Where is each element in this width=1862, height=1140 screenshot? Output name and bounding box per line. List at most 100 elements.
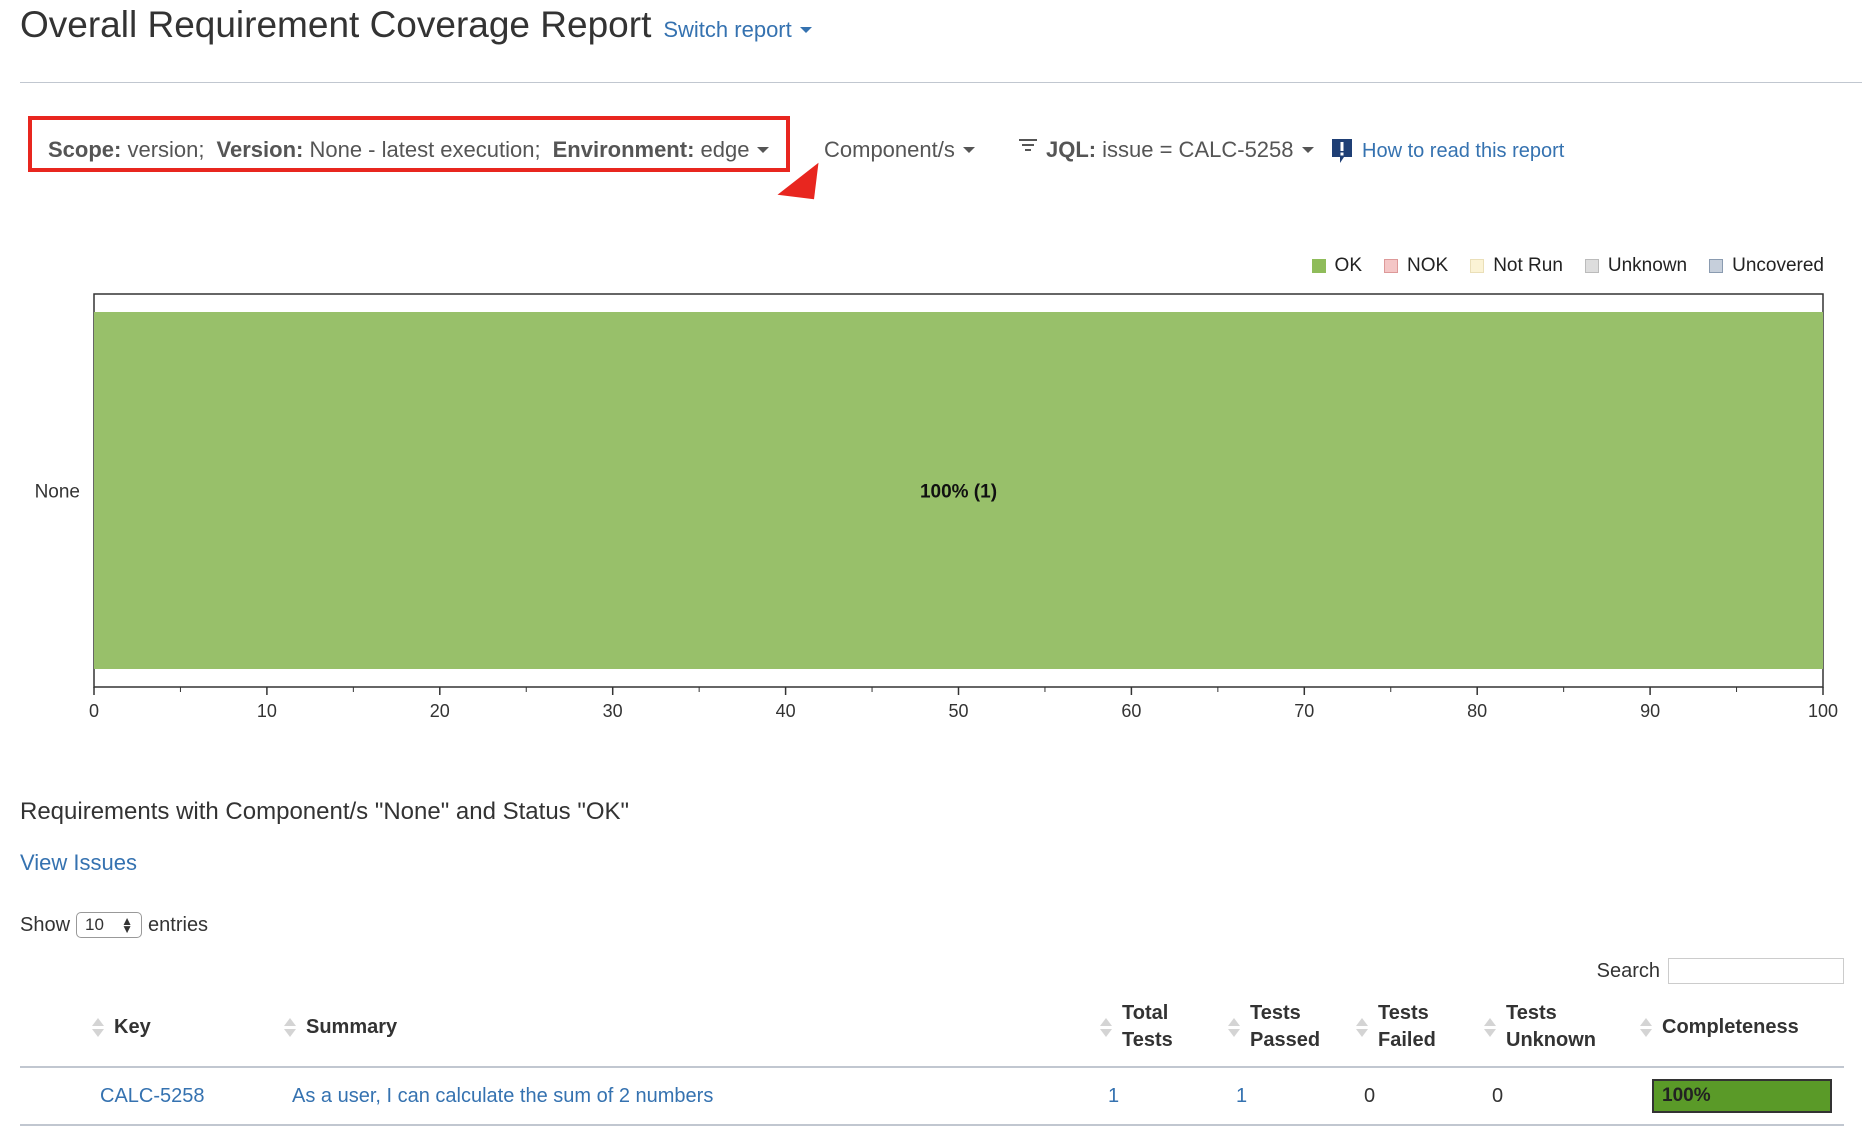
key-link[interactable]: CALC-5258 — [100, 1085, 205, 1108]
table-header: Key Summary Total Tests Tests Passed Tests Fail… — [20, 988, 1844, 1068]
scope-label: Scope: — [48, 137, 122, 162]
column-header-label: Summary — [306, 1015, 398, 1038]
chart-legend: OK NOK Not Run Unknown Uncovered — [1290, 255, 1824, 277]
sort-icon — [1640, 1017, 1652, 1037]
version-label: Version: — [216, 137, 304, 162]
x-tick-label: 0 — [89, 701, 99, 720]
column-header-unknown[interactable]: Tests Unknown — [1484, 988, 1596, 1066]
x-tick-label: 90 — [1640, 701, 1660, 720]
scope-value: version; — [127, 137, 205, 162]
passed-link[interactable]: 1 — [1236, 1085, 1247, 1108]
x-tick-label: 50 — [948, 701, 968, 720]
x-tick-label: 10 — [257, 701, 277, 720]
column-header-label: Key — [114, 1015, 151, 1038]
environment-label: Environment: — [552, 137, 695, 162]
header-divider — [20, 82, 1862, 83]
column-header-label: Tests Passed — [1250, 1002, 1321, 1051]
sort-icon — [1100, 1017, 1112, 1037]
entries-label: entries — [148, 913, 209, 936]
legend-swatch — [1470, 259, 1485, 273]
search-input[interactable] — [1668, 958, 1844, 984]
legend-item-ok[interactable]: OK — [1311, 255, 1362, 277]
page-size-value: 10 — [85, 915, 104, 934]
column-header-label: Tests Failed — [1378, 1002, 1436, 1051]
requirements-title: Requirements with Component/s "None" and… — [20, 798, 630, 825]
cell-key[interactable]: CALC-5258 — [100, 1068, 205, 1124]
legend-label: Uncovered — [1732, 255, 1824, 276]
x-tick-label: 60 — [1121, 701, 1141, 720]
how-to-read-label: How to read this report — [1362, 139, 1565, 162]
jql-filter-dropdown[interactable]: JQL: issue = CALC-5258 — [1018, 137, 1314, 163]
legend-label: NOK — [1407, 255, 1449, 276]
column-header-failed[interactable]: Tests Failed — [1356, 988, 1436, 1066]
bar-data-label: 100% (1) — [920, 482, 997, 503]
column-header-label: Completeness — [1662, 1015, 1799, 1038]
unknown-value: 0 — [1492, 1084, 1504, 1107]
table-body: CALC-5258 As a user, I can calculate the … — [20, 1068, 1844, 1126]
legend-item-nok[interactable]: NOK — [1384, 255, 1448, 277]
info-bubble-icon — [1332, 139, 1352, 163]
legend-item-unknown[interactable]: Unknown — [1584, 255, 1687, 277]
show-entries-control: Show 10 ▲ ▼ entries — [20, 912, 208, 938]
chevron-down-icon — [962, 147, 975, 153]
jql-label: JQL: — [1046, 137, 1097, 162]
requirements-table: Key Summary Total Tests Tests Passed Tests Fail… — [20, 988, 1844, 1126]
x-tick-label: 100 — [1808, 701, 1838, 720]
legend-item-uncovered[interactable]: Uncovered — [1709, 255, 1824, 277]
legend-label: Not Run — [1493, 255, 1563, 276]
environment-value: edge — [700, 137, 750, 162]
legend-label: OK — [1334, 255, 1362, 276]
select-arrows-icon: ▲ ▼ — [121, 914, 134, 936]
sort-icon — [1228, 1017, 1240, 1037]
legend-swatch — [1311, 259, 1326, 273]
x-tick-label: 30 — [603, 701, 623, 720]
report-header: Overall Requirement Coverage Report Swit… — [20, 4, 812, 46]
summary-link[interactable]: As a user, I can calculate the sum of 2 … — [292, 1085, 713, 1108]
table-row: CALC-5258 As a user, I can calculate the … — [20, 1068, 1844, 1126]
view-issues-link[interactable]: View Issues — [20, 850, 137, 876]
coverage-bar-chart: 100% (1) None 0 10 20 30 40 50 60 70 80 90 100 — [35, 293, 1838, 720]
cell-passed[interactable]: 1 — [1236, 1068, 1247, 1124]
page-size-select[interactable]: 10 ▲ ▼ — [76, 912, 143, 938]
column-header-key[interactable]: Key — [92, 988, 151, 1066]
table-search: Search — [1597, 958, 1844, 984]
chevron-down-icon — [1301, 147, 1314, 153]
how-to-read-link[interactable]: How to read this report — [1330, 137, 1564, 165]
scope-filter-dropdown[interactable]: Scope: version; Version: None - latest e… — [48, 137, 770, 163]
components-filter-dropdown[interactable]: Component/s — [824, 137, 975, 163]
column-header-label: Total Tests — [1122, 1002, 1173, 1051]
search-label: Search — [1596, 959, 1660, 982]
x-tick-label: 80 — [1467, 701, 1487, 720]
column-header-completeness[interactable]: Completeness — [1640, 988, 1799, 1066]
x-tick-label: 20 — [430, 701, 450, 720]
sort-icon — [1356, 1017, 1368, 1037]
chevron-down-icon — [757, 147, 770, 153]
cell-completeness: 100% — [1652, 1068, 1832, 1124]
components-label: Component/s — [824, 137, 955, 162]
completeness-bar: 100% — [1652, 1079, 1832, 1113]
column-header-total[interactable]: Total Tests — [1100, 988, 1173, 1066]
cell-total[interactable]: 1 — [1108, 1068, 1119, 1124]
failed-value: 0 — [1364, 1084, 1376, 1107]
column-header-summary[interactable]: Summary — [284, 988, 397, 1066]
x-tick-label: 70 — [1294, 701, 1314, 720]
show-label: Show — [20, 913, 71, 936]
legend-item-not-run[interactable]: Not Run — [1470, 255, 1563, 277]
version-value: None - latest execution; — [309, 137, 541, 162]
page-title: Overall Requirement Coverage Report — [20, 4, 652, 45]
switch-report-label: Switch report — [663, 17, 792, 42]
jql-value: issue = CALC-5258 — [1102, 137, 1294, 162]
legend-swatch — [1584, 259, 1599, 273]
legend-swatch — [1384, 259, 1398, 273]
total-link[interactable]: 1 — [1108, 1085, 1119, 1108]
switch-report-dropdown[interactable]: Switch report — [663, 17, 812, 43]
category-label: None — [35, 482, 80, 503]
completeness-label: 100% — [1662, 1085, 1711, 1106]
column-header-passed[interactable]: Tests Passed — [1228, 988, 1320, 1066]
sort-icon — [92, 1017, 104, 1037]
cell-summary[interactable]: As a user, I can calculate the sum of 2 … — [292, 1068, 713, 1124]
column-header-label: Tests Unknown — [1506, 1002, 1596, 1051]
filter-icon — [1019, 139, 1037, 151]
cell-failed: 0 — [1364, 1068, 1375, 1124]
legend-swatch — [1709, 259, 1724, 273]
